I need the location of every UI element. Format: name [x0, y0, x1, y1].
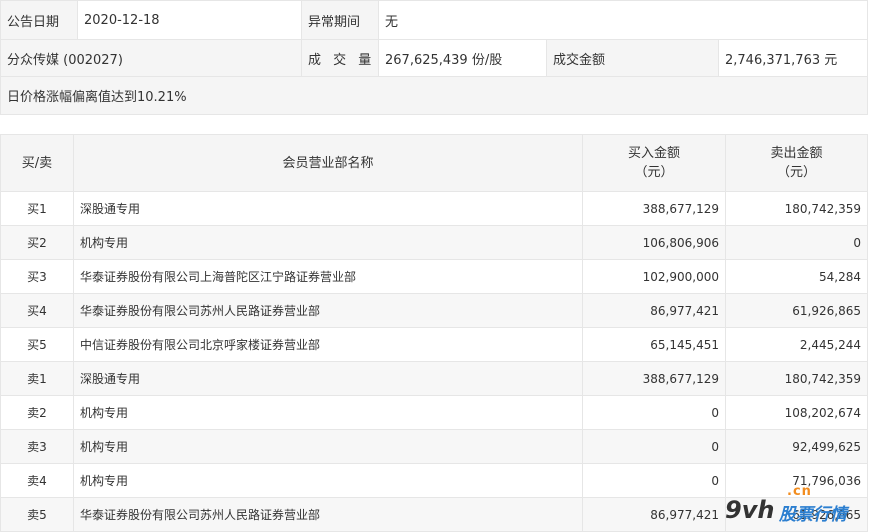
abnormal-period-value: 无 [378, 0, 868, 40]
row-seat-name: 机构专用 [73, 463, 583, 498]
col-header-sell: 卖出金额 （元） [725, 134, 868, 192]
row-sell-amount: 0 [725, 225, 868, 260]
row-sell-amount: 92,499,625 [725, 429, 868, 464]
row-sell-amount: 180,742,359 [725, 361, 868, 396]
row-seat-name: 机构专用 [73, 225, 583, 260]
row-buy-amount: 0 [582, 429, 726, 464]
volume-label: 成 交 量 [301, 39, 379, 77]
table-row: 买3 华泰证券股份有限公司上海普陀区江宁路证券营业部 102,900,000 5… [0, 259, 868, 294]
table-row: 买1 深股通专用 388,677,129 180,742,359 [0, 191, 868, 226]
col-header-name: 会员营业部名称 [73, 134, 583, 192]
row-type: 买1 [0, 191, 74, 226]
row-type: 卖3 [0, 429, 74, 464]
abnormal-period-label: 异常期间 [301, 0, 379, 40]
row-type: 买2 [0, 225, 74, 260]
row-sell-amount: 61,926,865 [725, 293, 868, 328]
volume-value: 267,625,439 份/股 [378, 39, 547, 77]
row-seat-name: 华泰证券股份有限公司苏州人民路证券营业部 [73, 293, 583, 328]
col-header-buy-line1: 买入金额 [627, 146, 680, 161]
row-type: 买5 [0, 327, 74, 362]
row-buy-amount: 86,977,421 [582, 497, 726, 532]
table-row: 卖2 机构专用 0 108,202,674 [0, 395, 868, 430]
announce-date-value: 2020-12-18 [77, 0, 302, 40]
row-seat-name: 深股通专用 [73, 361, 583, 396]
row-sell-amount: 71,796,036 [725, 463, 868, 498]
row-seat-name: 华泰证券股份有限公司上海普陀区江宁路证券营业部 [73, 259, 583, 294]
table-row: 卖4 机构专用 0 71,796,036 [0, 463, 868, 498]
row-seat-name: 中信证券股份有限公司北京呼家楼证券营业部 [73, 327, 583, 362]
table-row: 卖5 华泰证券股份有限公司苏州人民路证券营业部 86,977,421 61,92… [0, 497, 868, 532]
row-sell-amount: 180,742,359 [725, 191, 868, 226]
row-buy-amount: 388,677,129 [582, 191, 726, 226]
row-type: 买4 [0, 293, 74, 328]
row-sell-amount: 108,202,674 [725, 395, 868, 430]
amount-label: 成交金额 [546, 39, 719, 77]
row-type: 卖2 [0, 395, 74, 430]
amount-value: 2,746,371,763 元 [718, 39, 868, 77]
row-sell-amount: 61,926,865 [725, 497, 868, 532]
announcement-info-table: 公告日期 2020-12-18 异常期间 无 分众传媒 (002027) 成 交… [0, 0, 868, 115]
col-header-sell-line1: 卖出金额 [770, 146, 823, 161]
row-seat-name: 机构专用 [73, 429, 583, 464]
table-row: 买4 华泰证券股份有限公司苏州人民路证券营业部 86,977,421 61,92… [0, 293, 868, 328]
row-type: 买3 [0, 259, 74, 294]
row-sell-amount: 2,445,244 [725, 327, 868, 362]
row-seat-name: 华泰证券股份有限公司苏州人民路证券营业部 [73, 497, 583, 532]
row-buy-amount: 388,677,129 [582, 361, 726, 396]
stock-name: 分众传媒 (002027) [0, 39, 302, 77]
trading-seats-table: 买/卖 会员营业部名称 买入金额 （元） 卖出金额 （元） 买1 深股通专用 3… [0, 134, 868, 532]
row-buy-amount: 86,977,421 [582, 293, 726, 328]
col-header-buy: 买入金额 （元） [582, 134, 726, 192]
col-header-sell-line2: （元） [776, 165, 816, 180]
row-buy-amount: 0 [582, 463, 726, 498]
table-row: 买5 中信证券股份有限公司北京呼家楼证券营业部 65,145,451 2,445… [0, 327, 868, 362]
table-row: 卖1 深股通专用 388,677,129 180,742,359 [0, 361, 868, 396]
row-type: 卖5 [0, 497, 74, 532]
row-seat-name: 深股通专用 [73, 191, 583, 226]
row-buy-amount: 65,145,451 [582, 327, 726, 362]
table-row: 买2 机构专用 106,806,906 0 [0, 225, 868, 260]
announce-date-label: 公告日期 [0, 0, 78, 40]
col-header-buy-line2: （元） [634, 165, 674, 180]
reason-text: 日价格涨幅偏离值达到10.21% [0, 76, 868, 115]
row-sell-amount: 54,284 [725, 259, 868, 294]
row-seat-name: 机构专用 [73, 395, 583, 430]
col-header-type: 买/卖 [0, 134, 74, 192]
row-buy-amount: 106,806,906 [582, 225, 726, 260]
row-type: 卖4 [0, 463, 74, 498]
table-row: 卖3 机构专用 0 92,499,625 [0, 429, 868, 464]
row-type: 卖1 [0, 361, 74, 396]
row-buy-amount: 102,900,000 [582, 259, 726, 294]
row-buy-amount: 0 [582, 395, 726, 430]
